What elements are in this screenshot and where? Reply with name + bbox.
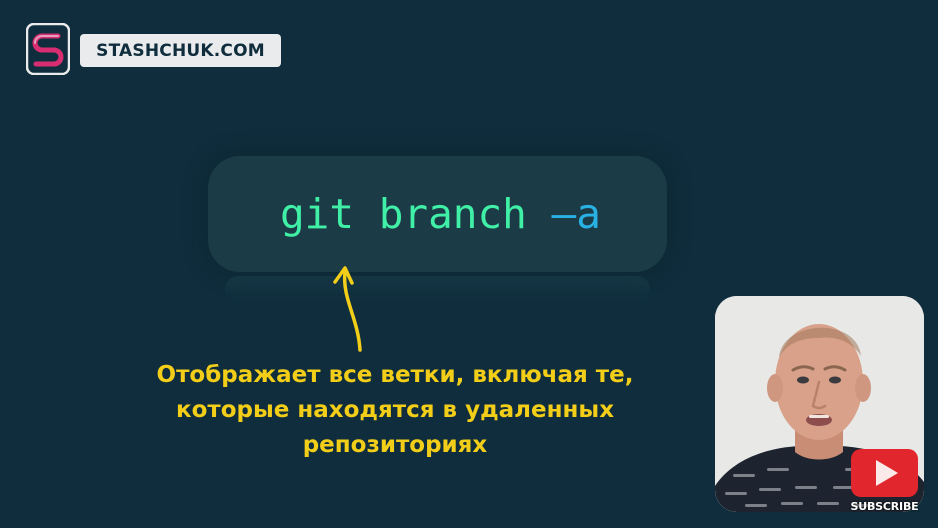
command-description: Отображает все ветки, включая те, которы… — [135, 358, 655, 463]
caption-line: репозиториях — [302, 432, 488, 458]
curved-arrow-up-icon — [333, 266, 362, 352]
command-box-reflection — [225, 276, 650, 302]
site-brand-badge[interactable]: STASHCHUK.COM — [80, 34, 281, 67]
command-flag: –a — [551, 190, 601, 238]
youtube-play-icon — [851, 449, 918, 497]
subscribe-label: SUBSCRIBE — [850, 500, 919, 513]
site-name: STASHCHUK.COM — [96, 40, 265, 61]
stashchuk-logo-icon[interactable] — [26, 23, 70, 75]
command-line: git branch –a — [280, 186, 601, 242]
subscribe-button[interactable]: SUBSCRIBE — [850, 448, 919, 514]
caption-line: которые находятся в удаленных — [175, 397, 615, 423]
command-base: git branch — [280, 190, 552, 238]
caption-line: Отображает все ветки, включая те, — [156, 362, 634, 388]
